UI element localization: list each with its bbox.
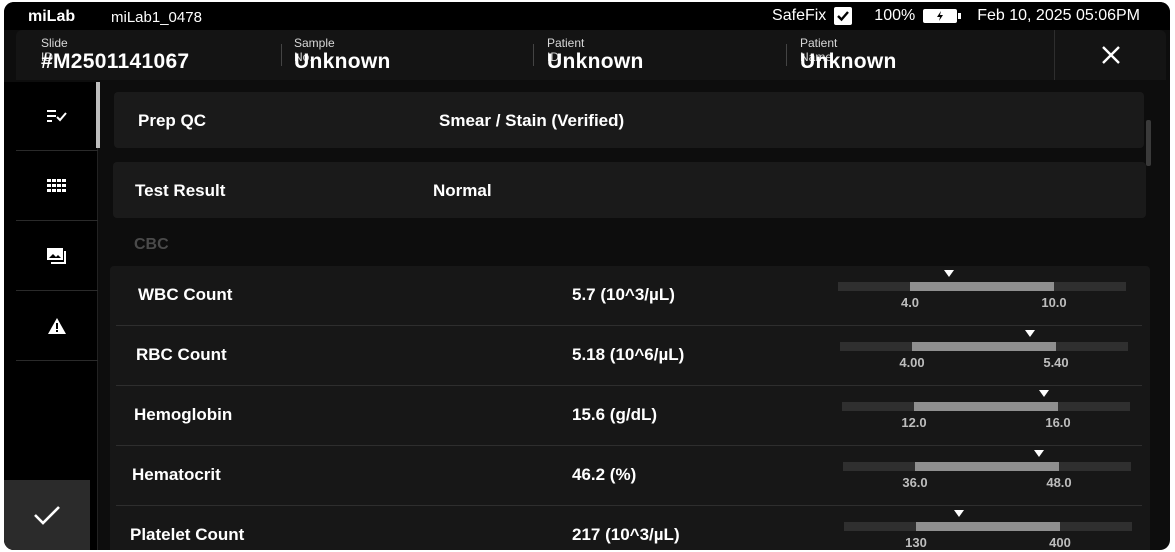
sidebar [4, 82, 100, 550]
range-high-label: 16.0 [1045, 415, 1071, 430]
range-low-label: 4.00 [899, 355, 925, 370]
datetime: Feb 10, 2025 05:06PM [977, 7, 1140, 24]
range-normal-zone [914, 402, 1058, 411]
value-marker-icon [1025, 330, 1036, 337]
slide-header: Slide ID #M2501141067 Sample No. Unknown… [16, 30, 1166, 80]
cbc-table: WBC Count 5.7 (10^3/µL) 4.0 10.0 RBC Count 5.… [110, 266, 1150, 550]
range-high-label: 5.40 [1043, 355, 1069, 370]
sample-no-value: Unknown [294, 50, 391, 73]
result-content: Prep QC Smear / Stain (Verified) Test Re… [104, 82, 1154, 550]
test-name: WBC Count [138, 285, 233, 304]
table-row: Hemoglobin 15.6 (g/dL) 12.0 16.0 [116, 386, 1142, 446]
table-row: RBC Count 5.18 (10^6/µL) 4.00 5.40 [116, 326, 1142, 386]
sidebar-item-images[interactable] [16, 222, 98, 291]
prep-qc-label: Prep QC [138, 111, 207, 130]
warning-icon [48, 318, 66, 334]
range-normal-zone [912, 342, 1056, 351]
safefix-checkbox [834, 7, 853, 25]
scrollbar[interactable] [1146, 120, 1151, 166]
range-high-label: 10.0 [1041, 295, 1067, 310]
test-name: Platelet Count [130, 525, 245, 544]
reference-range-bar: 4.0 10.0 [838, 270, 1126, 310]
close-button[interactable] [1054, 30, 1166, 80]
section-title-cbc: CBC [134, 236, 169, 253]
sidebar-item-warnings[interactable] [16, 292, 98, 361]
table-row: Hematocrit 46.2 (%) 36.0 48.0 [116, 446, 1142, 506]
test-name: Hemoglobin [134, 405, 233, 424]
test-result-value: Normal [433, 181, 492, 200]
test-result-value: 5.7 (10^3/µL) [572, 285, 675, 304]
test-name: Hematocrit [132, 465, 221, 484]
brand-logo: miLab [28, 8, 76, 25]
range-normal-zone [910, 282, 1054, 291]
checklist-icon [47, 110, 67, 122]
patient-id-value: Unknown [547, 50, 644, 73]
device-name: miLab1_0478 [111, 9, 202, 26]
header-divider [786, 44, 787, 66]
table-row: Platelet Count 217 (10^3/µL) 130 400 [116, 506, 1142, 550]
range-low-label: 12.0 [901, 415, 927, 430]
image-gallery-icon [47, 248, 66, 264]
prep-qc-value: Smear / Stain (Verified) [439, 111, 625, 130]
safefix-label: SafeFix [772, 7, 827, 24]
value-marker-icon [954, 510, 965, 517]
status-right: SafeFix 100% Feb 10, 2025 05:06PM [772, 7, 1140, 25]
header-divider [281, 44, 282, 66]
reference-range-bar: 4.00 5.40 [840, 330, 1128, 370]
range-high-label: 48.0 [1046, 475, 1072, 490]
range-normal-zone [916, 522, 1060, 531]
slide-id-value: #M2501141067 [41, 50, 190, 73]
battery-percent: 100% [874, 7, 916, 24]
close-icon [1101, 46, 1120, 64]
test-result-value: 217 (10^3/µL) [572, 525, 680, 544]
value-marker-icon [1038, 390, 1049, 397]
status-bar: miLab miLab1_0478 SafeFix 100% Feb 10, 2… [4, 2, 1170, 30]
value-marker-icon [943, 270, 954, 277]
confirm-button[interactable] [4, 480, 90, 550]
range-low-label: 36.0 [902, 475, 928, 490]
test-result-value: 5.18 (10^6/µL) [572, 345, 685, 364]
sidebar-item-grid[interactable] [16, 152, 98, 221]
range-normal-zone [915, 462, 1059, 471]
range-low-label: 130 [905, 535, 927, 550]
value-marker-icon [1033, 450, 1044, 457]
check-icon [837, 11, 850, 22]
range-low-label: 4.0 [900, 295, 920, 310]
prep-qc-card: Prep QC Smear / Stain (Verified) [114, 92, 1144, 148]
sidebar-item-checklist[interactable] [16, 82, 98, 151]
patient-name-value: Unknown [800, 50, 897, 73]
reference-range-bar: 36.0 48.0 [843, 450, 1131, 490]
test-result-value: 15.6 (g/dL) [572, 405, 658, 424]
test-name: RBC Count [136, 345, 227, 364]
test-result-card: Test Result Normal [113, 162, 1146, 218]
test-result-value: 46.2 (%) [572, 465, 637, 484]
table-row: WBC Count 5.7 (10^3/µL) 4.0 10.0 [116, 266, 1142, 326]
test-result-label: Test Result [135, 181, 226, 200]
checkmark-icon [34, 506, 60, 525]
device-screen: miLab miLab1_0478 SafeFix 100% Feb 10, 2… [4, 2, 1170, 550]
reference-range-bar: 12.0 16.0 [842, 390, 1130, 430]
grid-icon [47, 179, 66, 192]
reference-range-bar: 130 400 [844, 510, 1132, 550]
battery-icon [923, 9, 962, 23]
range-high-label: 400 [1049, 535, 1071, 550]
header-divider [533, 44, 534, 66]
